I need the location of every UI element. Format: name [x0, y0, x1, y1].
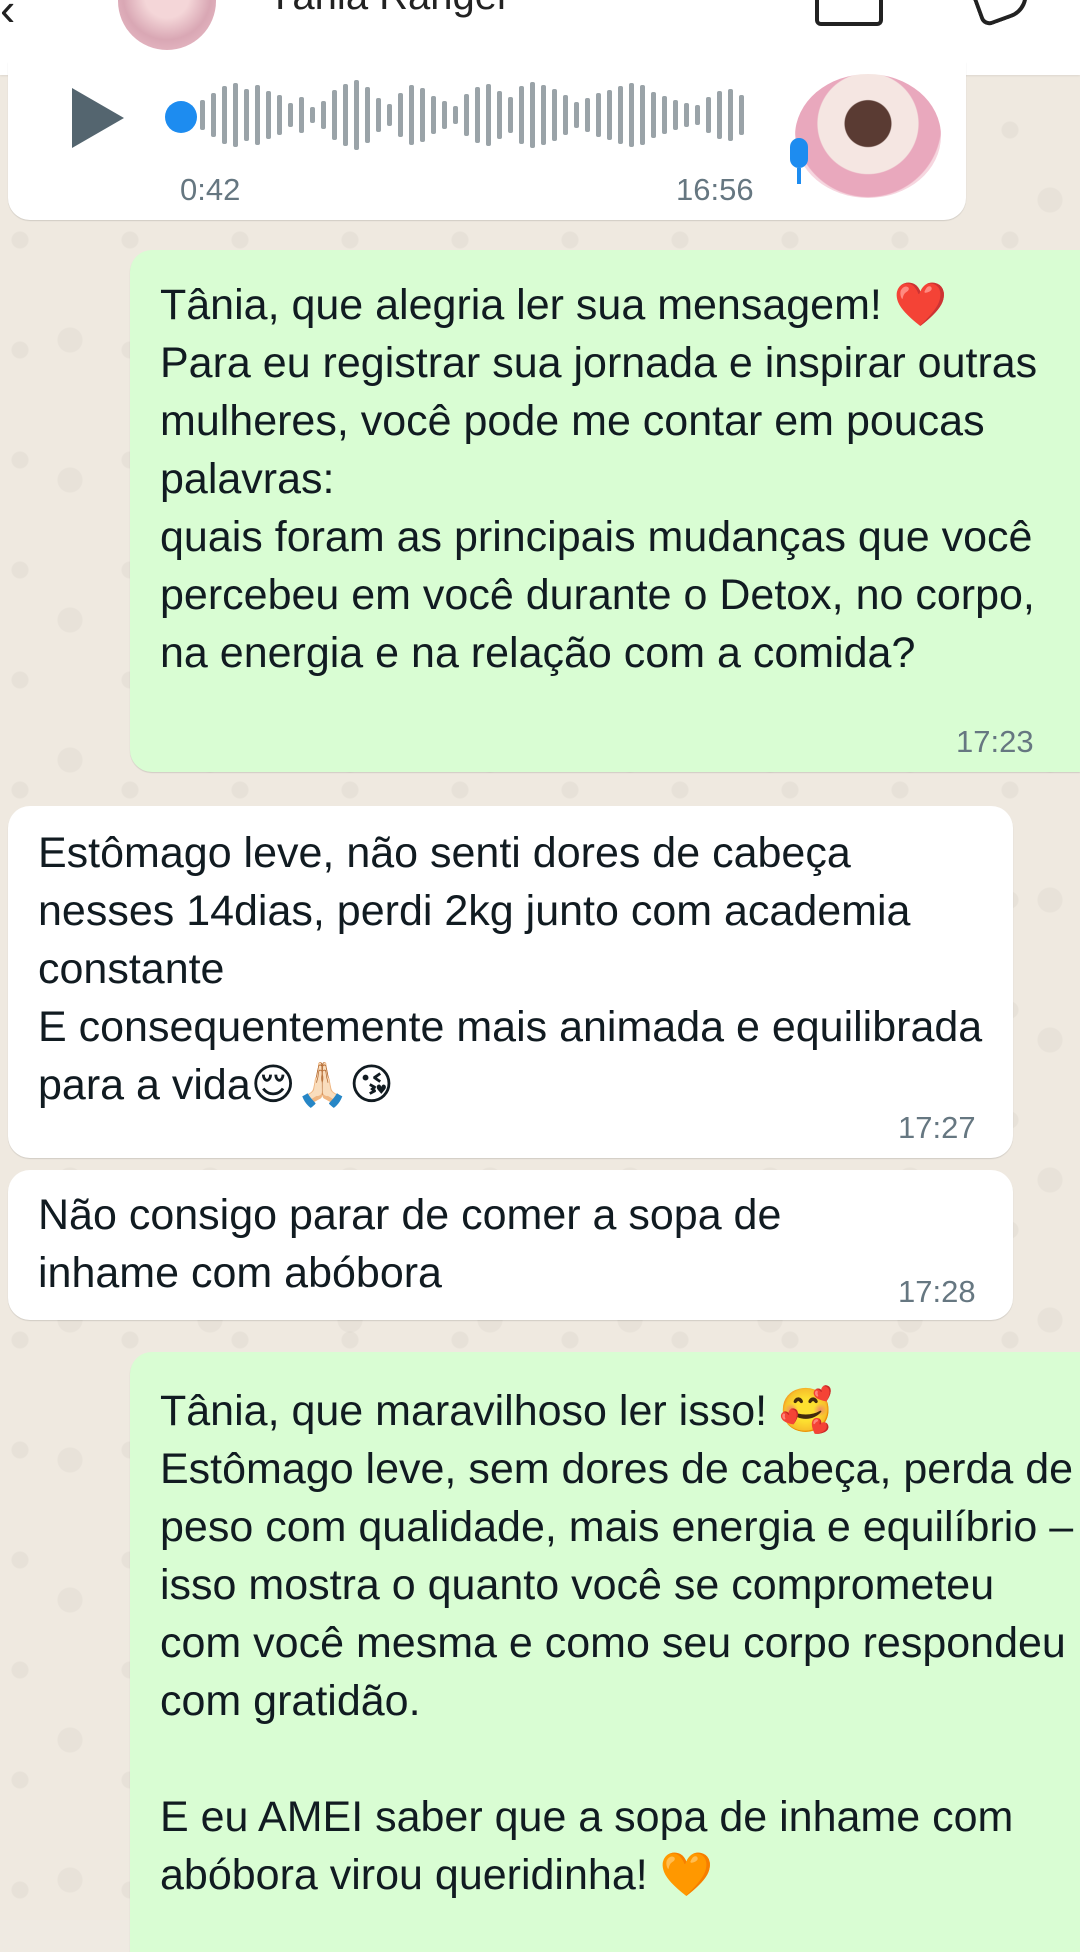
- waveform-bar: [453, 106, 458, 124]
- message-text: Tânia, que maravilhoso ler isso! 🥰 Estôm…: [160, 1387, 1074, 1899]
- waveform-bar: [695, 105, 700, 125]
- waveform-bar: [277, 95, 282, 135]
- waveform-bar: [387, 104, 392, 126]
- waveform-bar: [574, 102, 579, 128]
- audio-waveform[interactable]: [200, 78, 760, 152]
- waveform-bar: [409, 85, 414, 145]
- waveform-bar: [376, 98, 381, 132]
- waveform-bar: [739, 95, 744, 135]
- message-time: 17:28: [898, 1274, 976, 1309]
- waveform-bar: [519, 86, 524, 144]
- waveform-bar: [706, 97, 711, 133]
- contact-avatar[interactable]: [118, 0, 216, 50]
- waveform-bar: [310, 107, 315, 123]
- waveform-bar: [464, 94, 469, 136]
- waveform-bar: [398, 93, 403, 137]
- voice-duration: 0:42: [180, 172, 241, 207]
- waveform-bar: [640, 85, 645, 145]
- waveform-bar: [233, 83, 238, 147]
- microphone-stem: [797, 168, 801, 184]
- message-text: Não consigo parar de comer a sopa de inh…: [38, 1191, 794, 1297]
- waveform-bar: [563, 95, 568, 135]
- waveform-bar: [332, 90, 337, 140]
- waveform-bar: [200, 100, 205, 130]
- playback-progress-handle[interactable]: [165, 101, 197, 133]
- waveform-bar: [541, 85, 546, 145]
- waveform-bar: [299, 97, 304, 133]
- waveform-bar: [717, 91, 722, 139]
- waveform-bar: [585, 98, 590, 132]
- waveform-bar: [673, 100, 678, 130]
- waveform-bar: [530, 82, 535, 148]
- waveform-bar: [431, 96, 436, 134]
- waveform-bar: [662, 96, 667, 134]
- waveform-bar: [728, 89, 733, 141]
- waveform-bar: [475, 87, 480, 143]
- message-time: 17:23: [956, 724, 1034, 759]
- microphone-icon: [790, 138, 808, 168]
- waveform-bar: [211, 93, 216, 137]
- phone-icon[interactable]: [969, 0, 1035, 29]
- waveform-bar: [365, 87, 370, 143]
- waveform-bar: [222, 86, 227, 144]
- message-bubble-incoming[interactable]: Não consigo parar de comer a sopa de inh…: [8, 1170, 1013, 1320]
- waveform-bar: [442, 101, 447, 129]
- waveform-bar: [607, 90, 612, 140]
- waveform-bar: [420, 88, 425, 142]
- waveform-bar: [618, 86, 623, 144]
- waveform-bar: [508, 97, 513, 133]
- message-bubble-outgoing[interactable]: Tânia, que maravilhoso ler isso! 🥰 Estôm…: [130, 1352, 1080, 1952]
- message-text: Tânia, que alegria ler sua mensagem! ❤️ …: [160, 281, 1038, 677]
- voice-time: 16:56: [676, 172, 754, 207]
- play-icon[interactable]: [72, 88, 124, 148]
- video-camera-icon[interactable]: [815, 0, 883, 26]
- sender-avatar: [795, 74, 941, 198]
- waveform-bar: [255, 85, 260, 145]
- waveform-bar: [244, 89, 249, 141]
- message-text: Estômago leve, não senti dores de cabeça…: [38, 829, 983, 1109]
- message-bubble-incoming[interactable]: Estômago leve, não senti dores de cabeça…: [8, 806, 1013, 1158]
- waveform-bar: [321, 101, 326, 129]
- waveform-bar: [288, 103, 293, 127]
- waveform-bar: [629, 83, 634, 147]
- arrow-left-icon[interactable]: ‹: [0, 0, 15, 36]
- waveform-bar: [684, 103, 689, 127]
- message-time: 17:27: [898, 1110, 976, 1145]
- waveform-bar: [354, 80, 359, 150]
- message-bubble-outgoing[interactable]: Tânia, que alegria ler sua mensagem! ❤️ …: [130, 250, 1080, 772]
- waveform-bar: [497, 91, 502, 139]
- waveform-bar: [651, 92, 656, 138]
- waveform-bar: [486, 84, 491, 146]
- waveform-bar: [266, 91, 271, 139]
- waveform-bar: [552, 89, 557, 141]
- waveform-bar: [596, 93, 601, 137]
- contact-name[interactable]: Tânia Rangel: [268, 0, 506, 19]
- waveform-bar: [343, 84, 348, 146]
